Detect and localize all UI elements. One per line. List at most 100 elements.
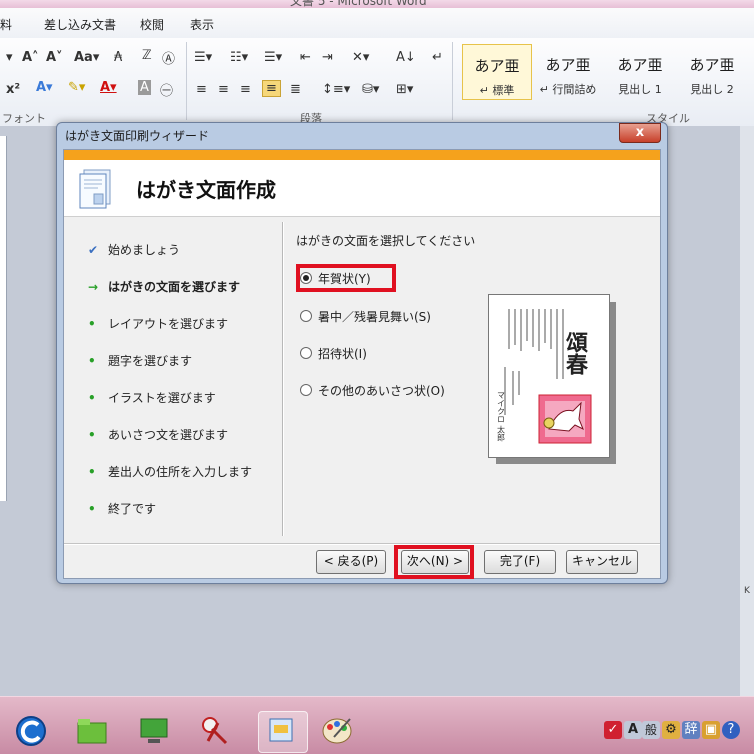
decrease-indent-icon[interactable]: ⇤ — [300, 50, 311, 65]
taskbar: ✓ A 般 ⚙ 辞 ▣ ? — [0, 696, 754, 754]
tray-tool-icon[interactable]: ⚙ — [662, 721, 680, 739]
postcard-preview: 頌春 マイクロ 太郎 — [488, 294, 610, 458]
bullet-icon: • — [88, 428, 96, 442]
asian-layout-icon[interactable]: ✕▾ — [352, 50, 369, 65]
accent-bar — [64, 150, 660, 160]
style-sample: あア亜 — [474, 57, 520, 75]
close-button[interactable]: x — [619, 123, 661, 143]
snipping-tool-icon[interactable] — [198, 713, 234, 747]
char-shading-icon[interactable]: A — [138, 80, 151, 95]
step-item: • 題字を選びます — [88, 352, 192, 369]
tray-dictionary-icon[interactable]: 辞 — [682, 721, 700, 739]
align-right-icon[interactable]: ≡ — [240, 82, 251, 97]
clear-format-icon[interactable]: ₳ — [114, 50, 122, 65]
phonetic-guide-icon[interactable]: ℤ — [142, 48, 152, 63]
step-item-current: → はがきの文面を選びます — [88, 278, 240, 295]
radio-other[interactable]: その他のあいさつ状(O) — [300, 382, 445, 399]
postcard-preview-art: 頌春 マイクロ 太郎 — [497, 309, 592, 444]
tab-view[interactable]: 表示 — [190, 16, 214, 33]
text-effects-icon[interactable]: A▾ — [36, 80, 53, 95]
line-spacing-icon[interactable]: ↕≡▾ — [322, 82, 350, 97]
explorer-icon[interactable] — [74, 713, 110, 747]
radio-shochu[interactable]: 暑中／残暑見舞い(S) — [300, 308, 431, 325]
shading-icon[interactable]: ⛁▾ — [362, 82, 379, 97]
highlight-box-next — [394, 545, 474, 579]
step-label: 終了です — [108, 502, 157, 516]
change-case-icon[interactable]: Aa▾ — [74, 50, 99, 65]
step-label: 差出人の住所を入力します — [108, 465, 253, 479]
tab-review[interactable]: 校閲 — [140, 16, 164, 33]
ime-mode-icon[interactable]: A — [624, 721, 642, 739]
computer-icon[interactable] — [136, 713, 172, 747]
increase-indent-icon[interactable]: ⇥ — [322, 50, 333, 65]
align-left-icon[interactable]: ≡ — [196, 82, 207, 97]
radio-label: その他のあいさつ状(O) — [318, 384, 445, 398]
help-icon[interactable]: ? — [722, 721, 740, 739]
tab-references[interactable]: 料 — [0, 16, 12, 33]
style-name: ↵ 標準 — [479, 84, 515, 97]
postcard-wizard-icon — [79, 169, 111, 209]
style-sample: あア亜 — [617, 56, 663, 74]
align-center-icon[interactable]: ≡ — [218, 82, 229, 97]
radio-invitation[interactable]: 招待状(I) — [300, 345, 367, 362]
style-name: ↵ 行間詰め — [539, 83, 597, 96]
edge-label: K — [744, 586, 750, 596]
grow-font-icon[interactable]: A˄ — [22, 50, 39, 65]
show-marks-icon[interactable]: ↵ — [432, 50, 443, 65]
highlight-icon[interactable]: ✎▾ — [68, 80, 85, 95]
word-document-icon[interactable] — [264, 713, 300, 747]
paint-icon[interactable] — [320, 713, 356, 747]
cancel-button[interactable]: キャンセル — [566, 550, 638, 574]
tab-mailings[interactable]: 差し込み文書 — [44, 16, 116, 33]
ribbon: ▾ A˄ A˅ Aa▾ ₳ ℤ Ⓐ x² A▾ ✎▾ A▾ A ㊀ フォント ☰… — [0, 38, 754, 127]
step-item: ✔ 始めましょう — [88, 241, 180, 258]
step-item: • あいさつ文を選びます — [88, 426, 228, 443]
ribbon-divider — [186, 42, 187, 120]
finish-button[interactable]: 完了(F) — [484, 550, 556, 574]
font-color-icon[interactable]: A▾ — [100, 80, 117, 95]
tray-check-icon[interactable]: ✓ — [604, 721, 622, 739]
step-label: イラストを選びます — [108, 391, 216, 405]
distributed-icon[interactable]: ≣ — [290, 82, 301, 97]
radio-button[interactable] — [300, 310, 312, 322]
ime-conversion-icon[interactable]: 般 — [642, 721, 660, 739]
enclosed-char-icon[interactable]: ㊀ — [160, 80, 173, 99]
bullet-icon: • — [88, 317, 96, 331]
window-titlebar: 文書 5 - Microsoft Word — [0, 0, 754, 8]
radio-label: 招待状(I) — [318, 347, 367, 361]
bullet-icon: • — [88, 465, 96, 479]
multilevel-list-icon[interactable]: ☰▾ — [264, 50, 282, 65]
select-prompt: はがきの文面を選択してください — [296, 234, 476, 248]
bullet-icon: • — [88, 391, 96, 405]
bullet-icon: • — [88, 502, 96, 516]
vertical-scrollbar[interactable] — [740, 126, 754, 696]
borders-icon[interactable]: ⊞▾ — [396, 82, 413, 97]
numbering-icon[interactable]: ☷▾ — [230, 50, 248, 65]
radio-label: 暑中／残暑見舞い(S) — [318, 310, 431, 324]
font-size-dropdown-icon[interactable]: ▾ — [6, 50, 13, 65]
document-page[interactable] — [0, 136, 7, 501]
style-normal[interactable]: あア亜 ↵ 標準 — [462, 44, 532, 100]
shrink-font-icon[interactable]: A˅ — [46, 50, 63, 65]
sort-icon[interactable]: A↓ — [396, 50, 416, 65]
bullets-icon[interactable]: ☰▾ — [194, 50, 212, 65]
radio-button[interactable] — [300, 384, 312, 396]
bullet-icon: • — [88, 354, 96, 368]
step-item: • レイアウトを選びます — [88, 315, 228, 332]
start-orb-icon[interactable] — [14, 713, 50, 747]
style-name: 見出し 1 — [618, 83, 662, 96]
checkmark-icon: ✔ — [88, 243, 99, 257]
highlight-box-radio — [296, 264, 396, 292]
radio-button[interactable] — [300, 347, 312, 359]
enclose-char-icon[interactable]: Ⓐ — [162, 48, 175, 67]
style-name: 見出し 2 — [690, 83, 734, 96]
style-no-spacing[interactable]: あア亜 ↵ 行間詰め — [534, 44, 602, 98]
tray-briefcase-icon[interactable]: ▣ — [702, 721, 720, 739]
style-heading-1[interactable]: あア亜 見出し 1 — [606, 44, 674, 98]
style-heading-2[interactable]: あア亜 見出し 2 — [678, 44, 746, 98]
step-item: • 終了です — [88, 500, 156, 517]
superscript-icon[interactable]: x² — [6, 82, 20, 97]
justify-icon[interactable]: ≡ — [262, 80, 281, 97]
step-item: • 差出人の住所を入力します — [88, 463, 252, 480]
back-button[interactable]: < 戻る(P) — [316, 550, 386, 574]
